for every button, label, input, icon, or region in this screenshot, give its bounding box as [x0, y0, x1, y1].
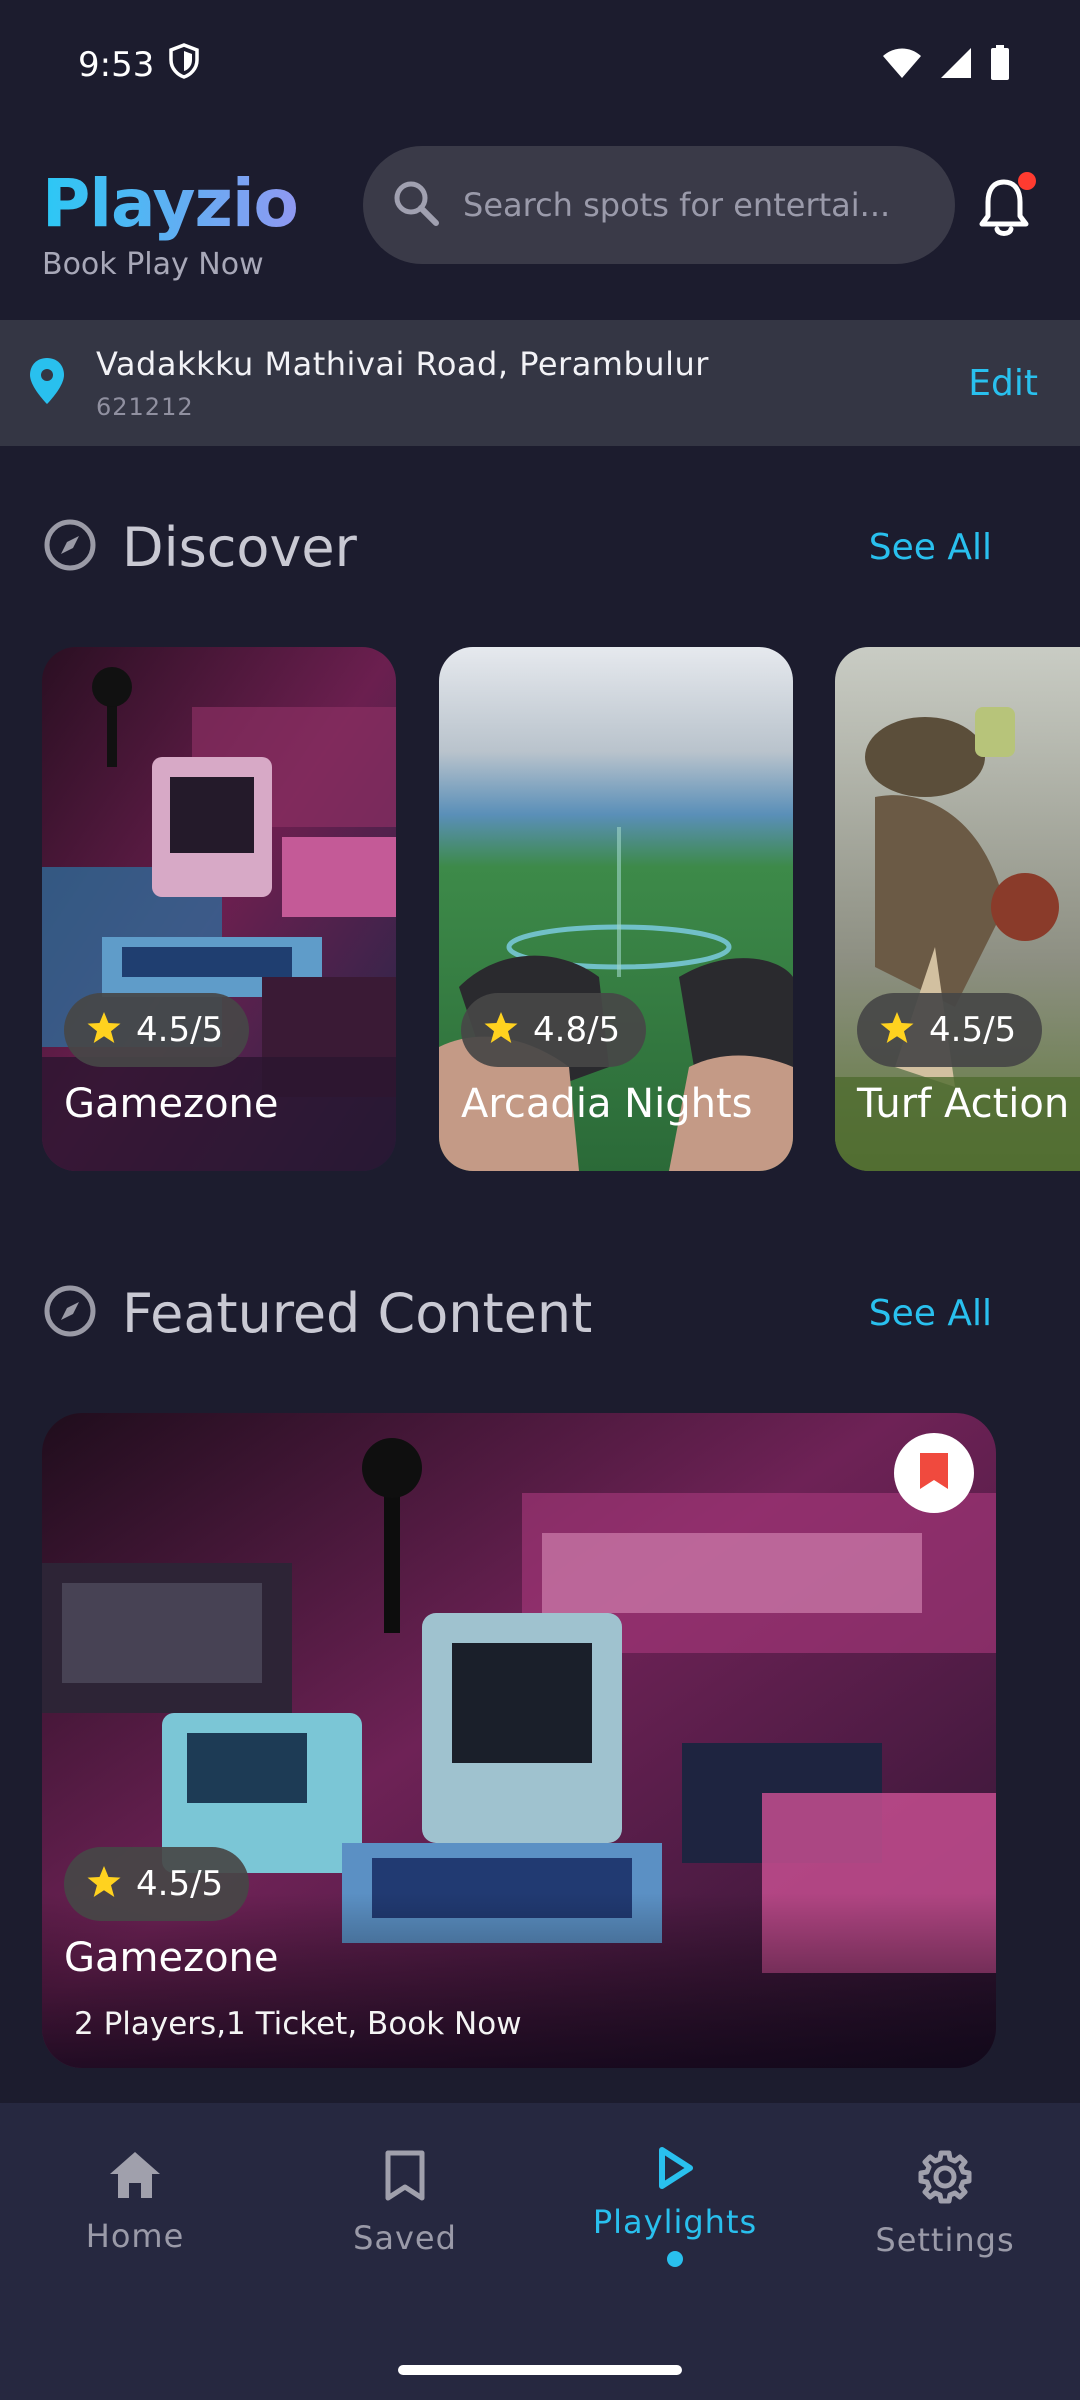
- location-pincode: 621212: [96, 393, 194, 421]
- status-time: 9:53: [78, 45, 155, 85]
- location-address: Vadakkku Mathivai Road, Perambulur: [96, 345, 709, 383]
- rating-badge: 4.8/5: [461, 993, 647, 1067]
- rating-badge: 4.5/5: [64, 993, 250, 1067]
- featured-card-subtitle: 2 Players,1 Ticket, Book Now: [74, 2006, 522, 2042]
- gear-icon: [917, 2149, 973, 2209]
- location-pin-icon: [28, 356, 66, 410]
- rating-value: 4.5/5: [136, 1864, 224, 1904]
- nav-settings[interactable]: Settings: [835, 2149, 1055, 2289]
- wifi-icon: [882, 47, 922, 83]
- discover-card-arcadia-nights[interactable]: 4.8/5 Arcadia Nights: [439, 647, 793, 1171]
- featured-see-all-button[interactable]: See All: [869, 1293, 992, 1334]
- compass-icon: [42, 1283, 98, 1343]
- card-title: Gamezone: [64, 1081, 279, 1127]
- status-left: 9:53: [78, 42, 200, 88]
- search-icon: [391, 178, 441, 232]
- discover-see-all-button[interactable]: See All: [869, 527, 992, 568]
- star-icon: [483, 1011, 519, 1049]
- nav-home[interactable]: Home: [25, 2149, 245, 2289]
- card-title: Turf Action: [857, 1081, 1070, 1127]
- search-bar[interactable]: [363, 146, 955, 264]
- discover-header: Discover See All: [42, 507, 1038, 587]
- status-right: [882, 45, 1010, 85]
- edit-location-button[interactable]: Edit: [968, 363, 1038, 404]
- location-bar: Vadakkku Mathivai Road, Perambulur 62121…: [0, 320, 1080, 446]
- featured-title: Featured Content: [122, 1281, 593, 1345]
- nav-saved[interactable]: Saved: [295, 2149, 515, 2289]
- brand-tagline: Book Play Now: [42, 246, 264, 282]
- bottom-navigation: Home Saved Playlights Settings: [0, 2103, 1080, 2400]
- rating-badge: 4.5/5: [857, 993, 1043, 1067]
- rating-value: 4.5/5: [136, 1010, 224, 1050]
- nav-saved-label: Saved: [353, 2219, 457, 2257]
- nav-home-label: Home: [85, 2217, 185, 2255]
- discover-card-turf-action[interactable]: 4.5/5 Turf Action: [835, 647, 1080, 1171]
- home-icon: [107, 2149, 163, 2205]
- location-text: Vadakkku Mathivai Road, Perambulur 62121…: [96, 345, 968, 421]
- discover-card-gamezone[interactable]: 4.5/5 Gamezone: [42, 647, 396, 1171]
- battery-icon: [990, 45, 1010, 85]
- featured-card[interactable]: 4.5/5 Gamezone 2 Players,1 Ticket, Book …: [42, 1413, 996, 2068]
- active-indicator-dot: [667, 2251, 683, 2267]
- shield-icon: [168, 42, 200, 88]
- rating-value: 4.8/5: [533, 1010, 621, 1050]
- notifications-button[interactable]: [974, 170, 1038, 240]
- brand-logo-text: Playzio: [42, 168, 362, 241]
- star-icon: [86, 1011, 122, 1049]
- bookmark-button[interactable]: [894, 1433, 974, 1513]
- rating-badge: 4.5/5: [64, 1847, 250, 1921]
- card-title: Arcadia Nights: [461, 1081, 753, 1127]
- cellular-signal-icon: [940, 47, 972, 83]
- featured-card-title: Gamezone: [64, 1935, 279, 1981]
- discover-title: Discover: [122, 515, 357, 579]
- star-icon: [879, 1011, 915, 1049]
- bookmark-filled-icon: [917, 1450, 951, 1496]
- bookmark-icon: [383, 2149, 427, 2207]
- nav-playlights[interactable]: Playlights: [565, 2145, 785, 2285]
- compass-icon: [42, 517, 98, 577]
- notification-badge: [1018, 172, 1036, 190]
- search-input[interactable]: [463, 186, 927, 224]
- star-icon: [86, 1865, 122, 1903]
- nav-settings-label: Settings: [875, 2221, 1015, 2259]
- gesture-home-indicator[interactable]: [398, 2365, 682, 2375]
- status-bar: 9:53: [0, 0, 1080, 130]
- rating-value: 4.5/5: [929, 1010, 1017, 1050]
- play-icon: [653, 2145, 697, 2195]
- brand: Playzio Book Play Now: [42, 168, 362, 282]
- discover-carousel[interactable]: 4.5/5 Gamezone 4.8/5 Arcadia Nights 4.5/…: [42, 647, 1080, 1171]
- nav-playlights-label: Playlights: [592, 2203, 758, 2241]
- featured-header: Featured Content See All: [42, 1273, 1038, 1353]
- app-header: Playzio Book Play Now: [0, 130, 1080, 320]
